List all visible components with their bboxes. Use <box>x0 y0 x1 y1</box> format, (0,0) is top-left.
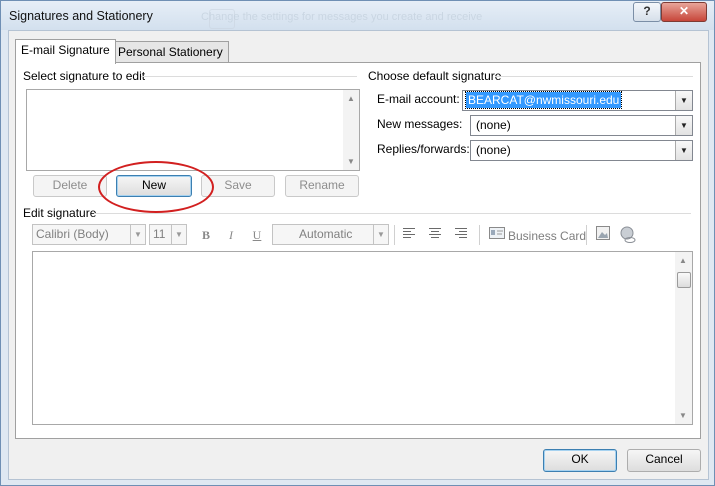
font-color-value: Automatic <box>299 227 353 241</box>
edit-signature-divider <box>94 213 691 214</box>
font-size-select[interactable]: 11 ▼ <box>149 224 187 245</box>
email-account-select[interactable]: BEARCAT@nwmissouri.edu ▼ <box>462 90 693 111</box>
email-account-value: BEARCAT@nwmissouri.edu <box>464 91 623 109</box>
business-card-icon[interactable] <box>488 226 506 244</box>
scroll-down-icon[interactable]: ▼ <box>343 157 359 166</box>
signature-editor[interactable]: ▲ ▼ <box>32 251 693 425</box>
scroll-thumb[interactable] <box>677 272 691 288</box>
tab-email-signature[interactable]: E-mail Signature <box>15 39 116 64</box>
ok-button[interactable]: OK <box>543 449 617 472</box>
title-bar: Signatures and Stationery Change the set… <box>1 1 714 30</box>
scroll-up-icon[interactable]: ▲ <box>675 256 691 265</box>
scroll-down-icon[interactable]: ▼ <box>675 411 691 420</box>
background-ghost-text: Change the settings for messages you cre… <box>201 11 483 23</box>
replies-forwards-select[interactable]: (none) ▼ <box>470 140 693 161</box>
rename-button[interactable]: Rename <box>285 175 359 197</box>
new-messages-label: New messages: <box>377 117 463 131</box>
align-center-icon[interactable] <box>426 226 444 244</box>
signatures-dialog: Signatures and Stationery Change the set… <box>0 0 715 486</box>
toolbar-divider <box>394 225 395 245</box>
chevron-down-icon[interactable]: ▼ <box>130 225 145 244</box>
email-account-label: E-mail account: <box>377 92 460 106</box>
chevron-down-icon[interactable]: ▼ <box>171 225 186 244</box>
toolbar-divider <box>479 225 480 245</box>
select-signature-divider <box>141 76 357 77</box>
align-left-icon[interactable] <box>400 226 418 244</box>
italic-icon[interactable]: I <box>222 226 240 244</box>
default-signature-label: Choose default signature <box>368 69 502 83</box>
bold-icon[interactable]: B <box>197 226 215 244</box>
font-name-value: Calibri (Body) <box>36 227 109 241</box>
replies-forwards-label: Replies/forwards: <box>377 142 470 156</box>
scroll-up-icon[interactable]: ▲ <box>343 94 359 103</box>
edit-signature-label: Edit signature <box>23 206 97 220</box>
delete-button[interactable]: Delete <box>33 175 107 197</box>
font-color-select[interactable]: Automatic ▼ <box>272 224 389 245</box>
new-messages-select[interactable]: (none) ▼ <box>470 115 693 136</box>
editor-scrollbar[interactable]: ▲ ▼ <box>675 252 692 424</box>
new-messages-value: (none) <box>476 118 511 132</box>
toolbar-divider <box>586 225 587 245</box>
chevron-down-icon[interactable]: ▼ <box>675 91 692 110</box>
chevron-down-icon[interactable]: ▼ <box>675 116 692 135</box>
chevron-down-icon[interactable]: ▼ <box>675 141 692 160</box>
signature-list[interactable]: ▲ ▼ <box>26 89 360 171</box>
hyperlink-icon[interactable] <box>619 226 637 244</box>
cancel-button[interactable]: Cancel <box>627 449 701 472</box>
window-title: Signatures and Stationery <box>9 9 153 23</box>
help-button[interactable]: ? <box>633 2 661 22</box>
underline-icon[interactable]: U <box>248 226 266 244</box>
default-signature-divider <box>495 76 693 77</box>
align-right-icon[interactable] <box>452 226 470 244</box>
chevron-down-icon[interactable]: ▼ <box>373 225 388 244</box>
select-signature-label: Select signature to edit <box>23 69 146 83</box>
font-name-select[interactable]: Calibri (Body) ▼ <box>32 224 146 245</box>
close-button[interactable]: ✕ <box>661 2 707 22</box>
signature-list-scrollbar[interactable]: ▲ ▼ <box>343 90 359 170</box>
tab-personal-stationery[interactable]: Personal Stationery <box>112 41 229 62</box>
business-card-label[interactable]: Business Card <box>508 229 586 243</box>
replies-forwards-value: (none) <box>476 143 511 157</box>
highlight-circle <box>98 161 214 213</box>
font-size-value: 11 <box>153 227 166 241</box>
picture-icon[interactable] <box>594 226 612 244</box>
